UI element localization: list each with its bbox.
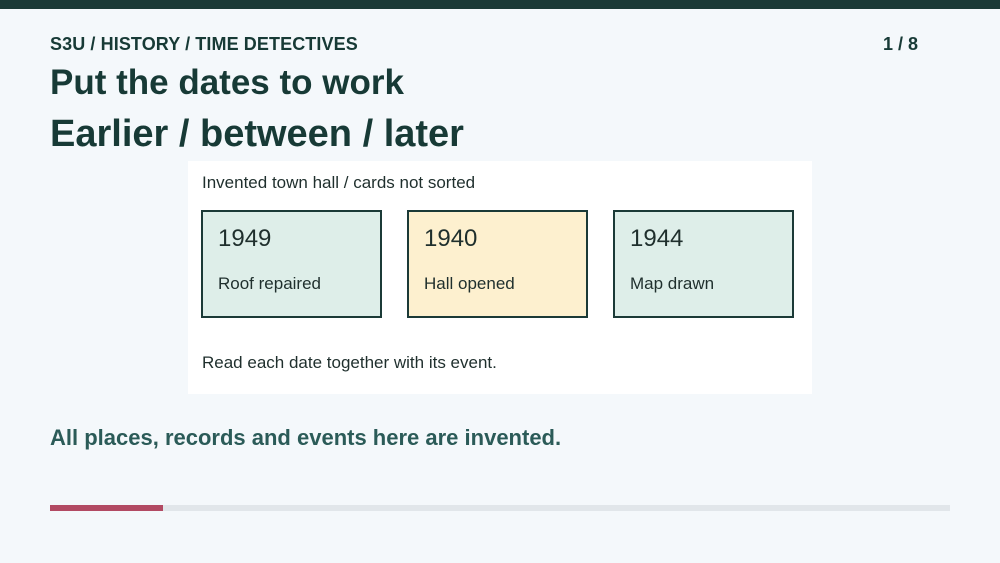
panel-hint: Read each date together with its event. [202, 353, 497, 372]
breadcrumb: S3U / HISTORY / TIME DETECTIVES [50, 34, 358, 54]
footnote: All places, records and events here are … [50, 425, 562, 450]
progress-fill [50, 505, 163, 511]
card-year: 1944 [630, 225, 684, 252]
panel-caption: Invented town hall / cards not sorted [202, 173, 476, 192]
date-card[interactable]: 1944 Map drawn [613, 210, 794, 318]
card-event: Map drawn [630, 274, 715, 293]
date-cards-panel: Invented town hall / cards not sorted 19… [188, 161, 812, 394]
card-year: 1940 [424, 225, 478, 252]
top-accent-bar [0, 0, 1000, 9]
page-title: Put the dates to work [50, 63, 404, 102]
progress-bar [50, 505, 950, 511]
date-card[interactable]: 1949 Roof repaired [201, 210, 382, 318]
page-subtitle: Earlier / between / later [50, 113, 464, 155]
card-event: Roof repaired [218, 274, 322, 293]
date-card[interactable]: 1940 Hall opened [407, 210, 588, 318]
card-year: 1949 [218, 225, 272, 252]
page-counter: 1 / 8 [882, 34, 918, 54]
card-event: Hall opened [424, 274, 515, 293]
